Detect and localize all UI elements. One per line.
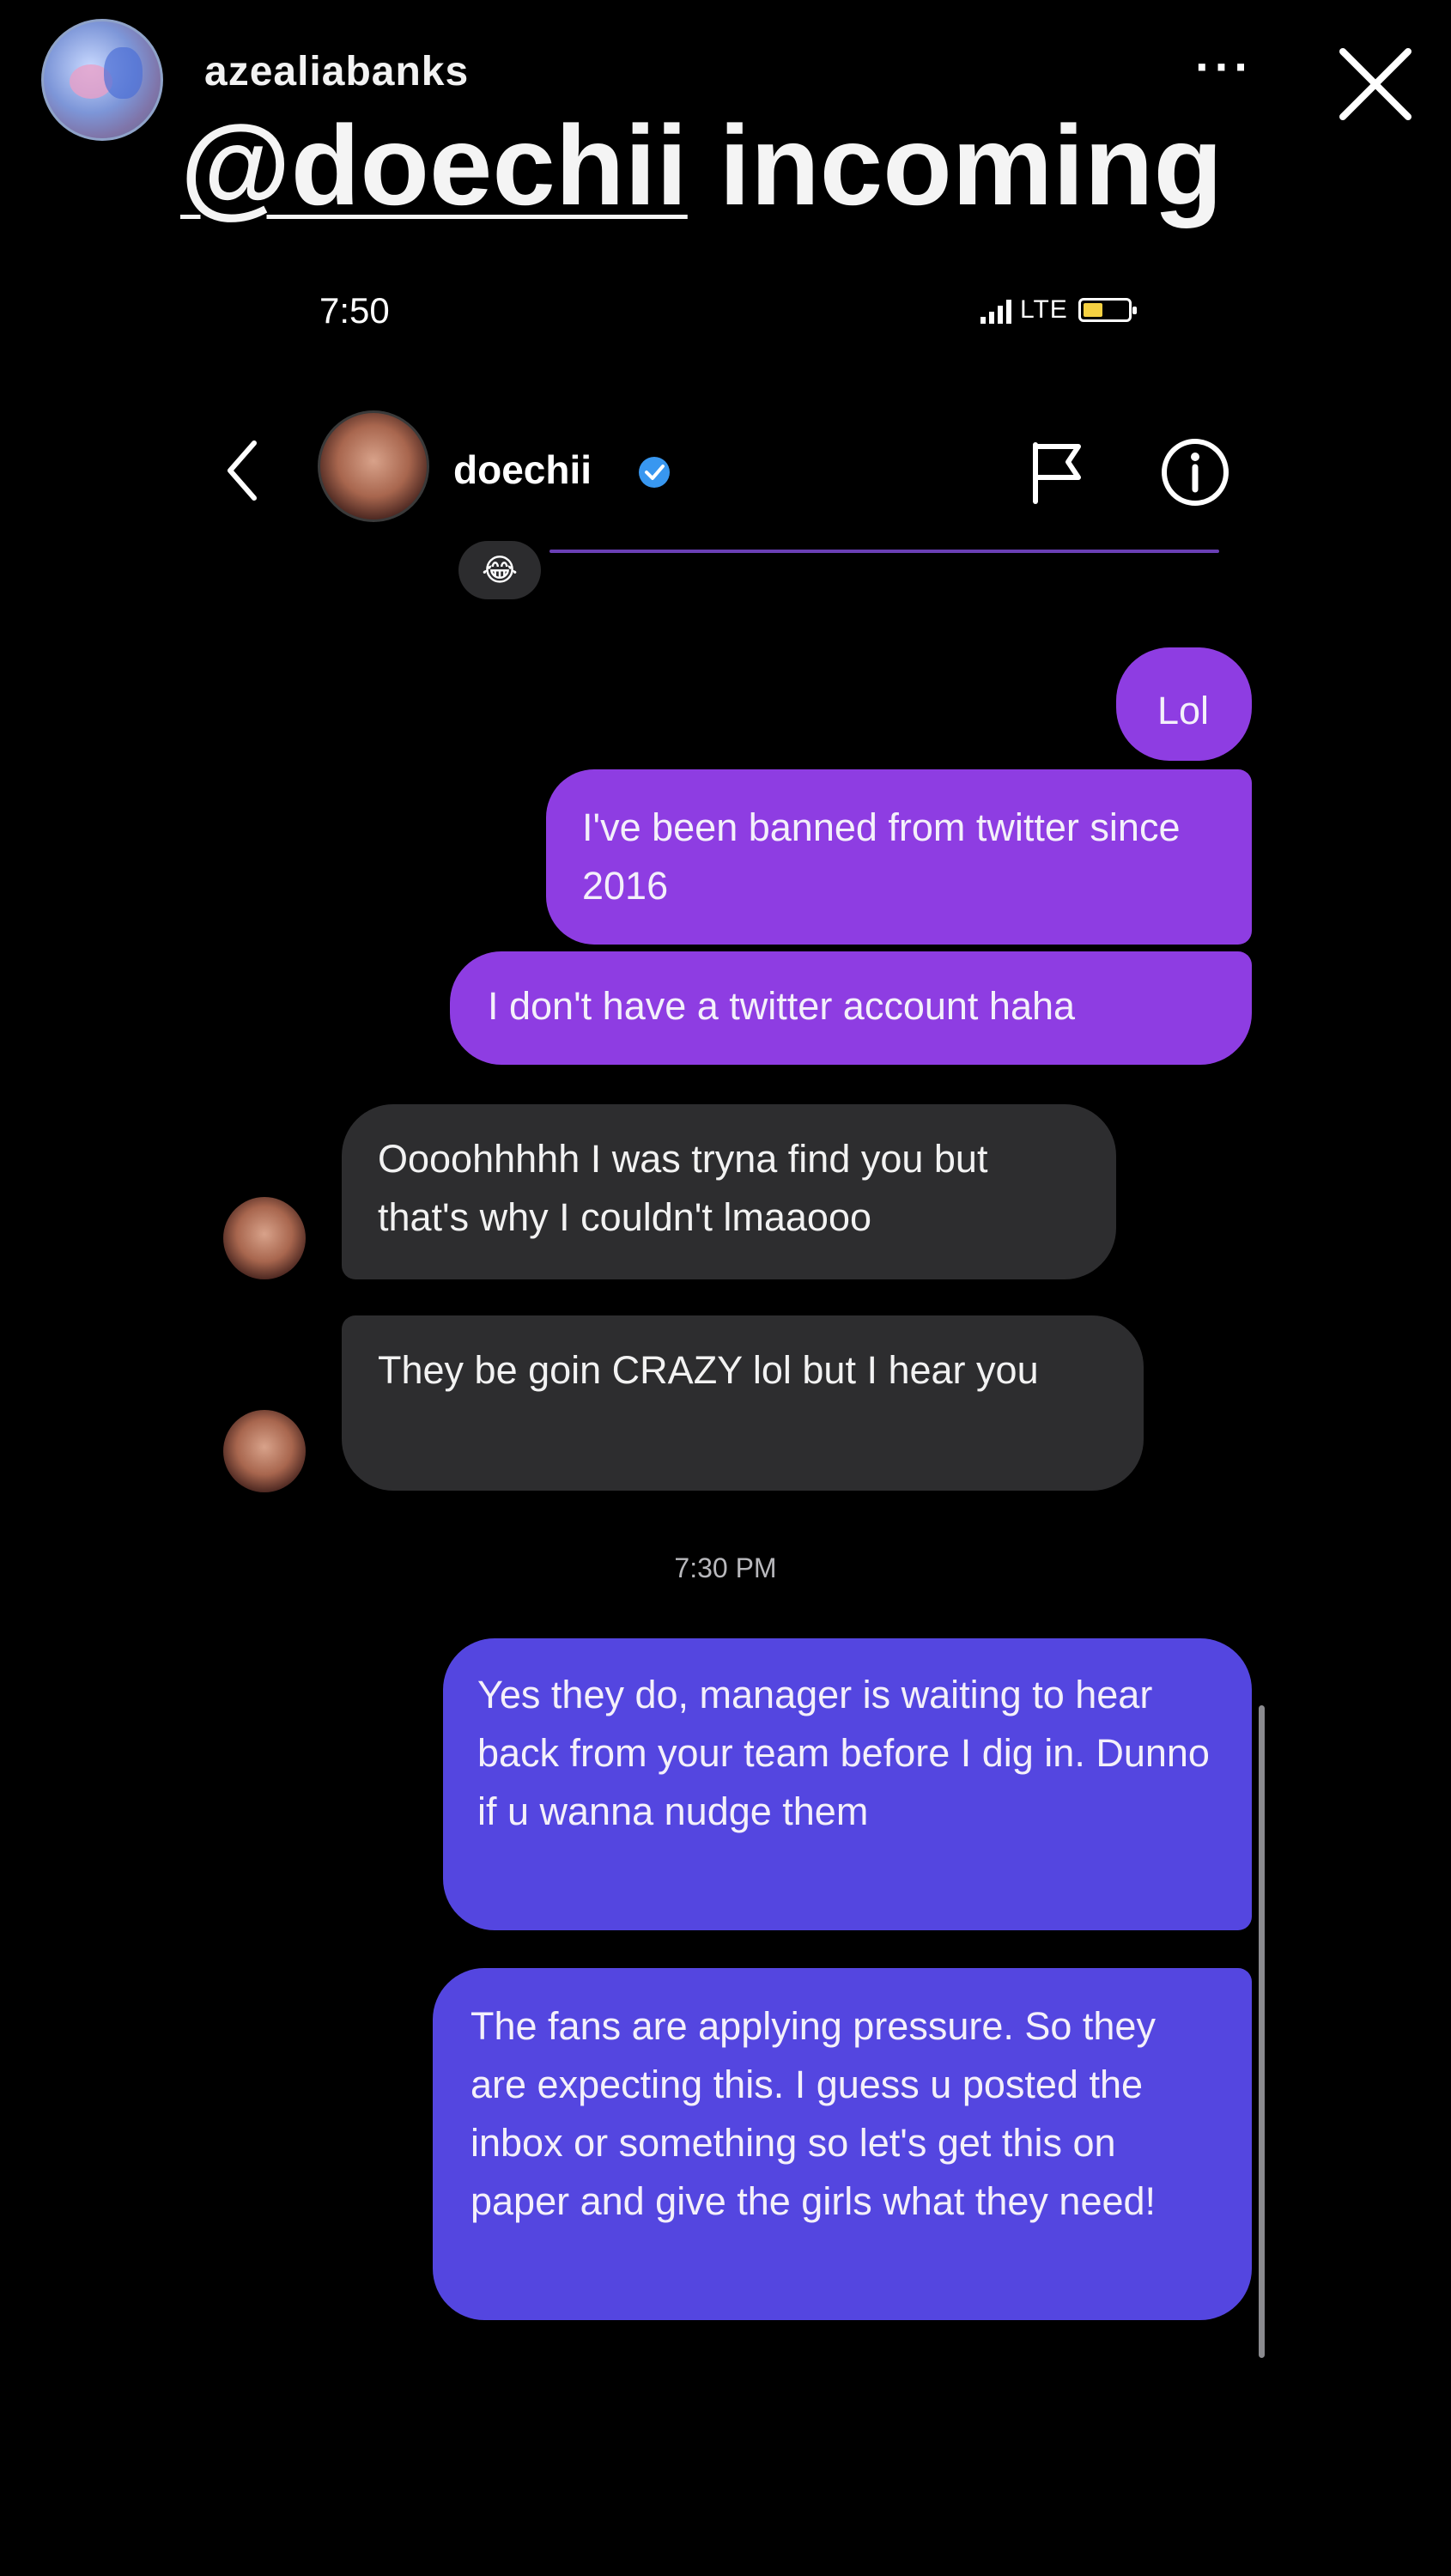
message-bubble-incoming[interactable]: They be goin CRAZY lol but I hear you <box>342 1315 1144 1491</box>
story-avatar[interactable] <box>41 19 163 141</box>
status-time: 7:50 <box>319 290 390 331</box>
contact-avatar[interactable] <box>318 410 429 522</box>
scrollbar[interactable] <box>1259 1705 1265 2358</box>
message-bubble-outgoing[interactable]: Lol <box>1116 647 1252 761</box>
reaction-badge[interactable]: 😂 <box>458 541 541 599</box>
close-icon[interactable] <box>1333 41 1418 127</box>
verified-badge-icon <box>639 457 670 488</box>
contact-name[interactable]: doechii <box>453 447 592 493</box>
signal-icon <box>980 296 1011 324</box>
message-bubble-incoming[interactable]: Oooohhhhh I was tryna find you but that'… <box>342 1104 1116 1279</box>
back-chevron-icon[interactable] <box>222 436 264 505</box>
flag-icon[interactable] <box>1027 438 1089 507</box>
battery-icon <box>1078 298 1137 322</box>
info-icon[interactable] <box>1159 436 1231 508</box>
caption-text: incoming <box>687 102 1223 228</box>
contact-avatar-small <box>223 1410 306 1492</box>
status-indicators: LTE <box>980 295 1137 325</box>
story-username[interactable]: azealiabanks <box>204 48 469 95</box>
more-options-icon[interactable]: ··· <box>1195 43 1254 91</box>
message-bubble-outgoing[interactable]: I don't have a twitter account haha <box>450 951 1252 1065</box>
story-caption: @doechii incoming <box>180 101 1223 230</box>
avatar-art <box>104 47 143 99</box>
message-bubble-outgoing[interactable]: Yes they do, manager is waiting to hear … <box>443 1638 1252 1930</box>
message-divider <box>549 550 1219 553</box>
network-label: LTE <box>1020 295 1068 324</box>
message-timestamp: 7:30 PM <box>674 1552 777 1583</box>
contact-avatar-small <box>223 1197 306 1279</box>
message-bubble-outgoing[interactable]: The fans are applying pressure. So they … <box>433 1968 1252 2320</box>
caption-mention[interactable]: @doechii <box>180 102 688 228</box>
message-bubble-outgoing[interactable]: I've been banned from twitter since 2016 <box>546 769 1252 945</box>
